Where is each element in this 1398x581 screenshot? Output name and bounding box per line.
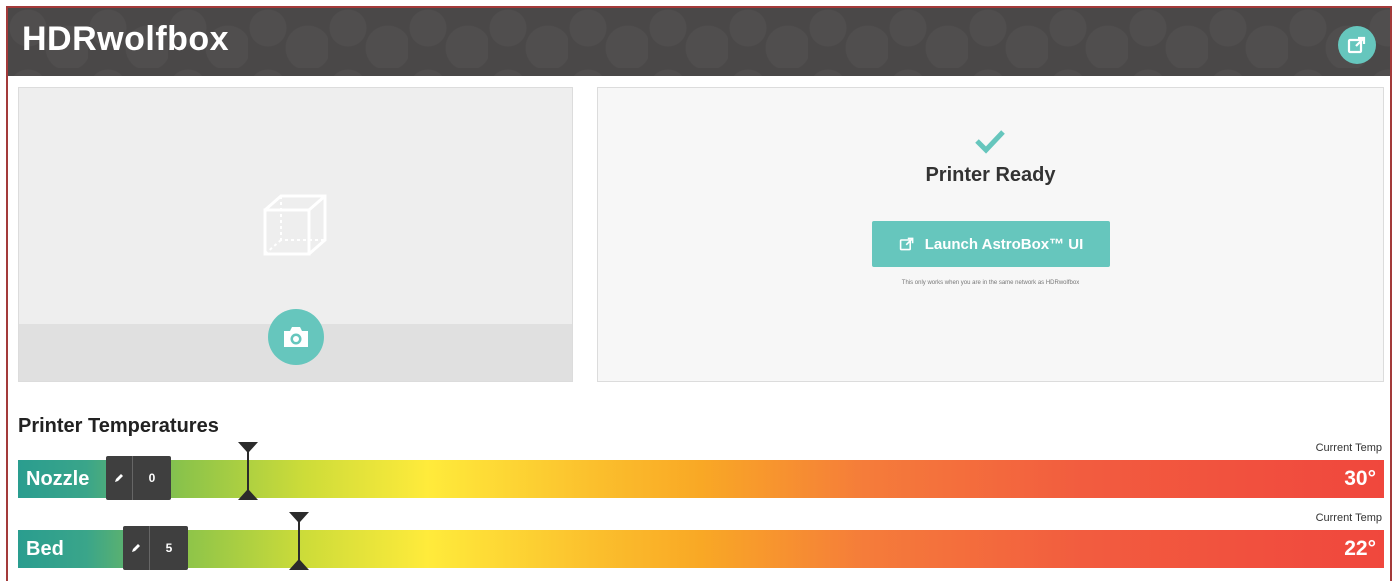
pencil-icon: [115, 474, 123, 482]
camera-panel: [18, 87, 573, 382]
bed-target-value: 5: [165, 541, 173, 555]
external-link-icon: [899, 237, 914, 251]
app-title: HDRwolfbox: [22, 20, 230, 58]
snapshot-button[interactable]: [268, 309, 324, 365]
bed-temp-row: Bed 5 Current Temp 22°: [18, 512, 1384, 576]
launch-astrobox-button[interactable]: Launch AstroBox™ UI: [872, 221, 1110, 267]
nozzle-label: Nozzle: [26, 468, 90, 490]
bed-temp-bar[interactable]: [18, 530, 1384, 568]
checkmark-icon: [975, 130, 1005, 154]
launch-label: Launch AstroBox™ UI: [924, 235, 1084, 253]
nozzle-target-handle[interactable]: [237, 442, 259, 500]
nozzle-target-value: 0: [148, 471, 156, 485]
nozzle-target-editor[interactable]: 0: [106, 456, 171, 500]
nozzle-current-label: Current Temp: [1315, 442, 1382, 454]
nozzle-current-temp: 30°: [1344, 467, 1376, 490]
printer-status-panel: Printer Ready Launch AstroBox™ UI This o…: [597, 87, 1384, 382]
status-title: Printer Ready: [925, 164, 1056, 186]
launch-note: This only works when you are in the same…: [901, 280, 1080, 286]
cube-icon: [263, 194, 327, 256]
nozzle-temp-row: Nozzle 0 Current Temp 30°: [18, 442, 1384, 506]
bed-target-handle[interactable]: [288, 512, 310, 570]
bed-label: Bed: [26, 538, 64, 560]
bed-current-temp: 22°: [1344, 537, 1376, 560]
edit-nozzle-button[interactable]: [106, 456, 133, 500]
bed-target-editor[interactable]: 5: [123, 526, 188, 570]
bed-current-label: Current Temp: [1315, 512, 1382, 524]
nozzle-temp-bar[interactable]: [18, 460, 1384, 498]
external-link-icon: [1347, 36, 1366, 54]
top-header: HDRwolfbox: [8, 8, 1390, 76]
open-external-button[interactable]: [1338, 26, 1376, 64]
app-frame: HDRwolfbox Printer Ready Launch AstroBox…: [6, 6, 1392, 581]
temperatures-title: Printer Temperatures: [18, 415, 219, 437]
edit-bed-button[interactable]: [123, 526, 150, 570]
pencil-icon: [132, 544, 140, 552]
camera-icon: [284, 327, 308, 347]
